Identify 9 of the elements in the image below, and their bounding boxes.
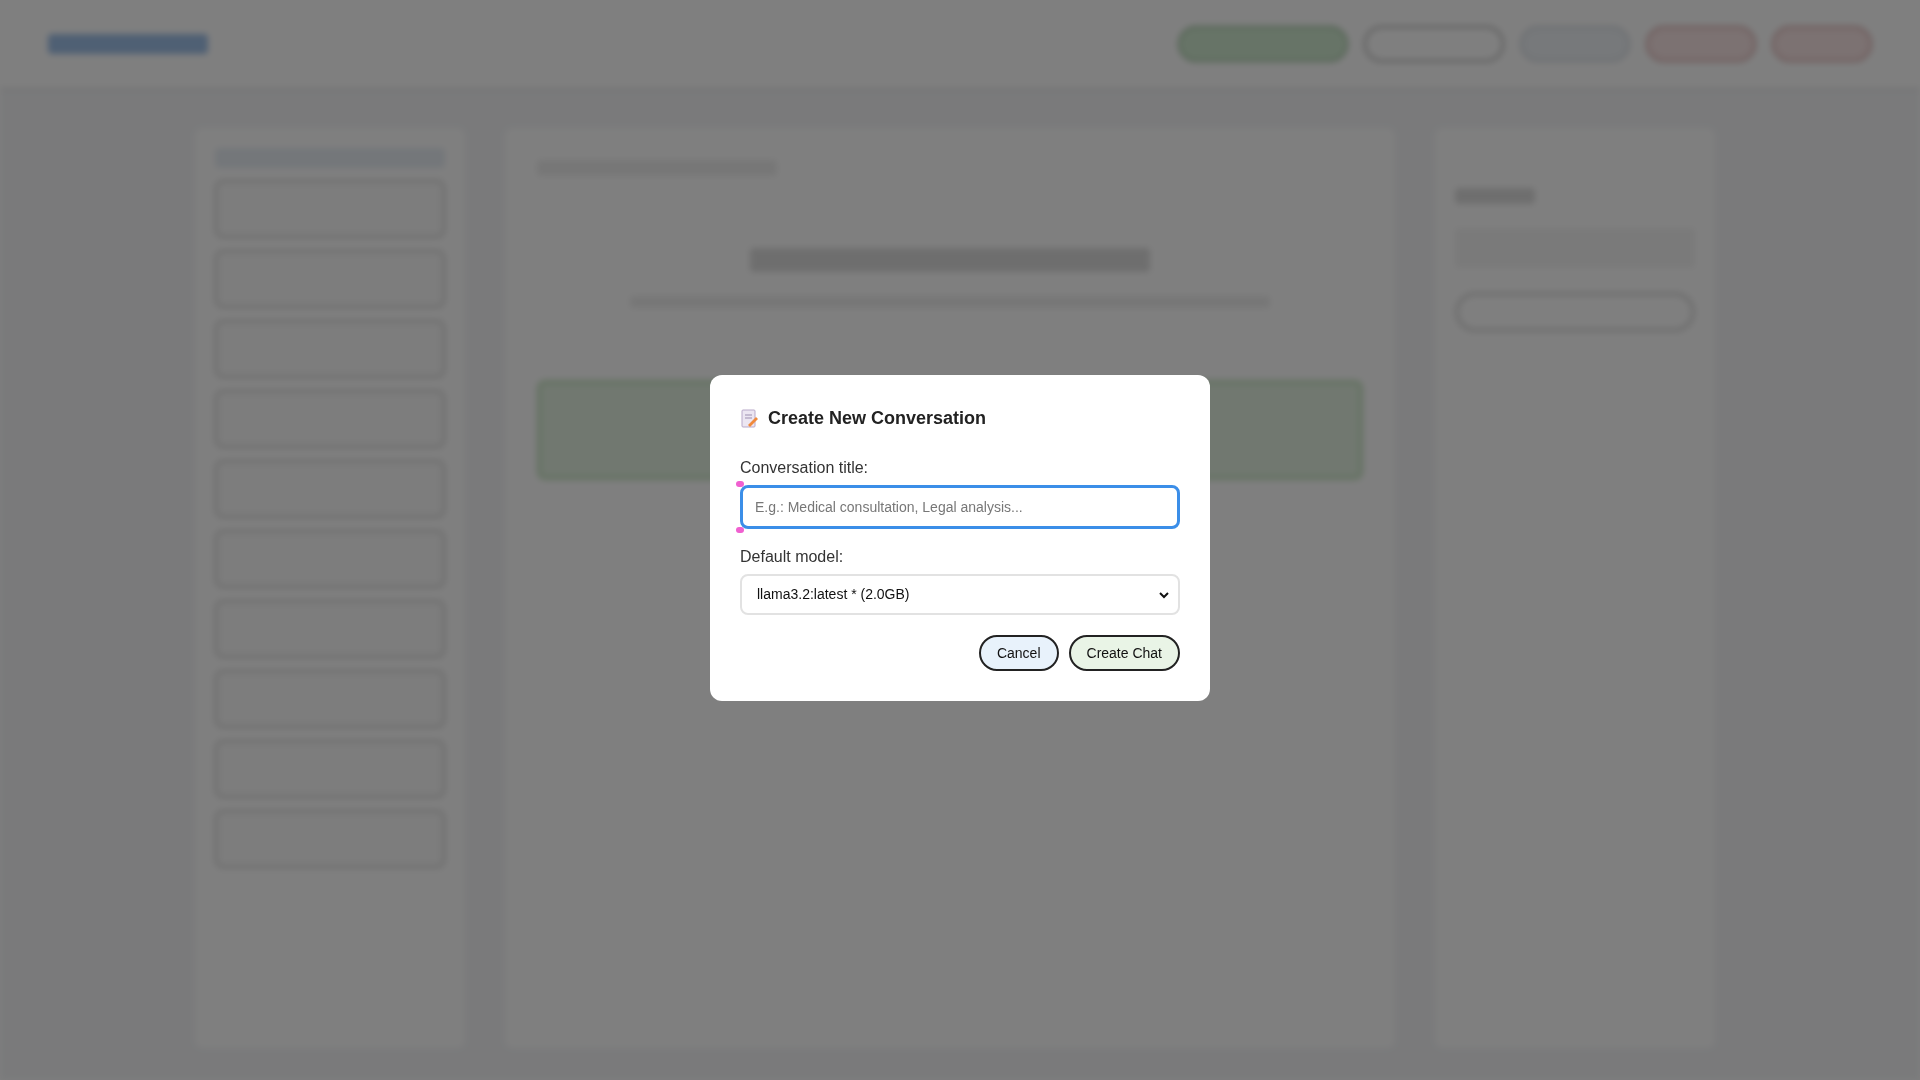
create-chat-button[interactable]: Create Chat <box>1068 635 1180 671</box>
dialog-title: Create New Conversation <box>768 407 987 430</box>
memo-icon <box>740 408 760 429</box>
model-select[interactable]: llama3.2:latest * (2.0GB) <box>740 574 1180 615</box>
title-input[interactable]: E.g.: Medical consultation, Legal analysis... <box>740 485 1180 529</box>
cancel-button[interactable]: Cancel <box>978 635 1059 671</box>
select-value: llama3.2:latest * (2.0GB) <box>757 585 911 604</box>
field-label: Conversation title: <box>740 458 870 478</box>
field-label: Default model: <box>740 547 845 567</box>
